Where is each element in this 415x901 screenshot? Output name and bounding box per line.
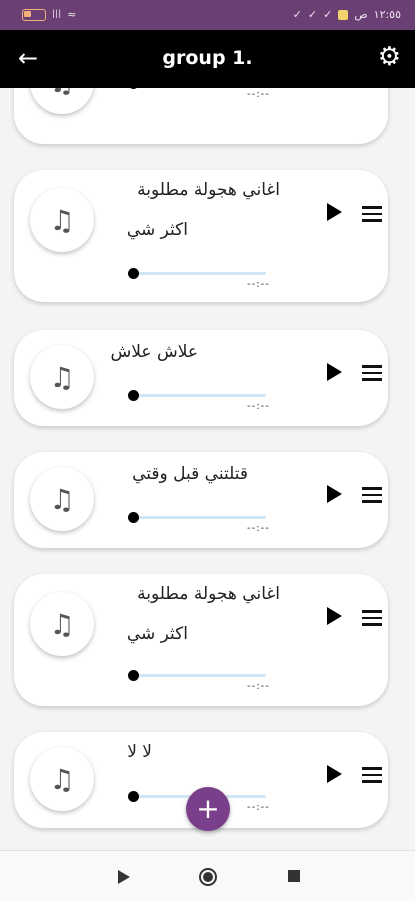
stop-icon[interactable] (287, 869, 301, 883)
time-label: --:-- (247, 523, 270, 534)
progress-thumb[interactable] (128, 512, 139, 523)
check-icon: ✓ (323, 8, 333, 21)
progress-track[interactable] (136, 516, 266, 519)
play-icon[interactable] (117, 869, 131, 885)
time-label: --:-- (247, 401, 270, 412)
clock-text: ١٢:٥٥ (373, 8, 401, 21)
track-card[interactable]: ♫ اغاني هجولة مطلوبة اكثر شي --:-- (14, 574, 388, 706)
time-label: --:-- (247, 681, 270, 692)
time-label: --:-- (247, 802, 270, 813)
progress-track[interactable] (136, 394, 266, 397)
check-icon: ✓ (292, 8, 302, 21)
bottom-control-bar (0, 850, 415, 901)
signal-icon: ااا (52, 8, 62, 21)
track-title: علاش علاش (110, 342, 198, 362)
play-icon[interactable] (325, 484, 343, 504)
battery-icon (22, 8, 46, 21)
period-text: ص (354, 8, 368, 21)
play-icon[interactable] (325, 764, 343, 784)
menu-icon[interactable] (362, 487, 382, 503)
progress-thumb[interactable] (128, 268, 139, 279)
track-title: اغاني هجولة مطلوبة (137, 180, 280, 200)
progress-thumb[interactable] (128, 791, 139, 802)
record-icon[interactable] (198, 867, 218, 887)
page-title: group 1. (162, 47, 253, 69)
wifi-icon: ≈ (67, 8, 77, 21)
track-card[interactable]: ♫ --:-- (14, 88, 388, 144)
track-title: لا لا (127, 742, 152, 762)
progress-thumb[interactable] (128, 390, 139, 401)
track-title: اغاني هجولة مطلوبة (137, 584, 280, 604)
progress-track[interactable] (136, 272, 266, 275)
track-title: قتلتني قبل وقتي (132, 464, 248, 484)
music-note-icon[interactable]: ♫ (30, 592, 94, 656)
track-card[interactable]: ♫ قتلتني قبل وقتي --:-- (14, 452, 388, 548)
music-note-icon[interactable]: ♫ (30, 747, 94, 811)
add-track-button[interactable]: + (186, 787, 230, 831)
track-title-line2: اكثر شي (126, 220, 188, 240)
app-bar: ← group 1. ⚙ (0, 30, 415, 88)
status-bar: ااا ≈ ✓ ✓ ✓ ص ١٢:٥٥ (0, 0, 415, 30)
time-label: --:-- (247, 279, 270, 290)
play-icon[interactable] (325, 362, 343, 382)
track-card[interactable]: ♫ اغاني هجولة مطلوبة اكثر شي --:-- (14, 170, 388, 302)
progress-track[interactable] (136, 674, 266, 677)
menu-icon[interactable] (362, 610, 382, 626)
progress-thumb[interactable] (128, 670, 139, 681)
music-note-icon[interactable]: ♫ (30, 467, 94, 531)
notification-badge-icon (338, 9, 349, 20)
menu-icon[interactable] (362, 767, 382, 783)
time-label: --:-- (247, 89, 270, 100)
track-title-line2: اكثر شي (126, 624, 188, 644)
play-icon[interactable] (325, 202, 343, 222)
music-note-icon[interactable]: ♫ (30, 188, 94, 252)
music-note-icon[interactable]: ♫ (30, 345, 94, 409)
menu-icon[interactable] (362, 365, 382, 381)
play-icon[interactable] (325, 606, 343, 626)
track-card[interactable]: ♫ علاش علاش --:-- (14, 330, 388, 426)
music-note-icon[interactable]: ♫ (30, 88, 94, 114)
progress-thumb[interactable] (128, 88, 139, 89)
plus-icon: + (196, 792, 220, 825)
check-icon: ✓ (307, 8, 318, 21)
gear-icon[interactable]: ⚙ (378, 44, 401, 70)
track-list[interactable]: ♫ --:-- ♫ اغاني هجولة مطلوبة اكثر شي --:… (0, 88, 415, 850)
menu-icon[interactable] (362, 206, 382, 222)
